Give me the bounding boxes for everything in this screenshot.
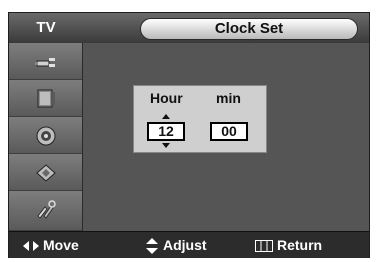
hour-header: Hour	[150, 90, 183, 106]
source-label: TV	[36, 19, 56, 36]
menu-button-icon	[255, 240, 273, 253]
help-bar: Move Adjust Return	[9, 231, 369, 258]
min-header: min	[216, 90, 241, 106]
adjust-hint: Adjust	[145, 232, 207, 258]
picture-icon	[37, 89, 55, 108]
sidebar-item-picture[interactable]	[9, 80, 82, 117]
setup-tools-icon	[37, 200, 56, 219]
menu-sidebar	[9, 43, 83, 231]
sidebar-item-sound[interactable]	[9, 117, 82, 154]
channel-chip-icon	[36, 164, 56, 182]
sidebar-item-input[interactable]	[9, 43, 82, 80]
move-hint: Move	[23, 232, 79, 258]
title-bar: TV Clock Set	[9, 13, 369, 43]
speaker-icon	[36, 126, 56, 146]
sidebar-item-setup[interactable]	[9, 191, 82, 231]
hour-down-arrow-icon[interactable]	[162, 143, 170, 148]
return-hint: Return	[255, 232, 322, 258]
clock-set-panel: Hour min 12 00	[133, 85, 267, 153]
tv-osd-menu: TV Clock Set Hour min 12 00 Move Adjust …	[8, 12, 370, 258]
menu-title: Clock Set	[140, 18, 358, 40]
content-area: Hour min 12 00	[83, 43, 369, 231]
up-down-arrow-icon	[146, 238, 158, 255]
return-label: Return	[277, 237, 323, 253]
sidebar-item-channel[interactable]	[9, 154, 82, 191]
hour-up-arrow-icon[interactable]	[162, 114, 170, 119]
minute-field[interactable]: 00	[210, 122, 248, 141]
move-label: Move	[43, 237, 79, 253]
left-right-arrow-icon	[23, 241, 39, 252]
adjust-label: Adjust	[163, 237, 207, 253]
hour-field[interactable]: 12	[147, 122, 185, 141]
antenna-icon	[35, 58, 55, 67]
